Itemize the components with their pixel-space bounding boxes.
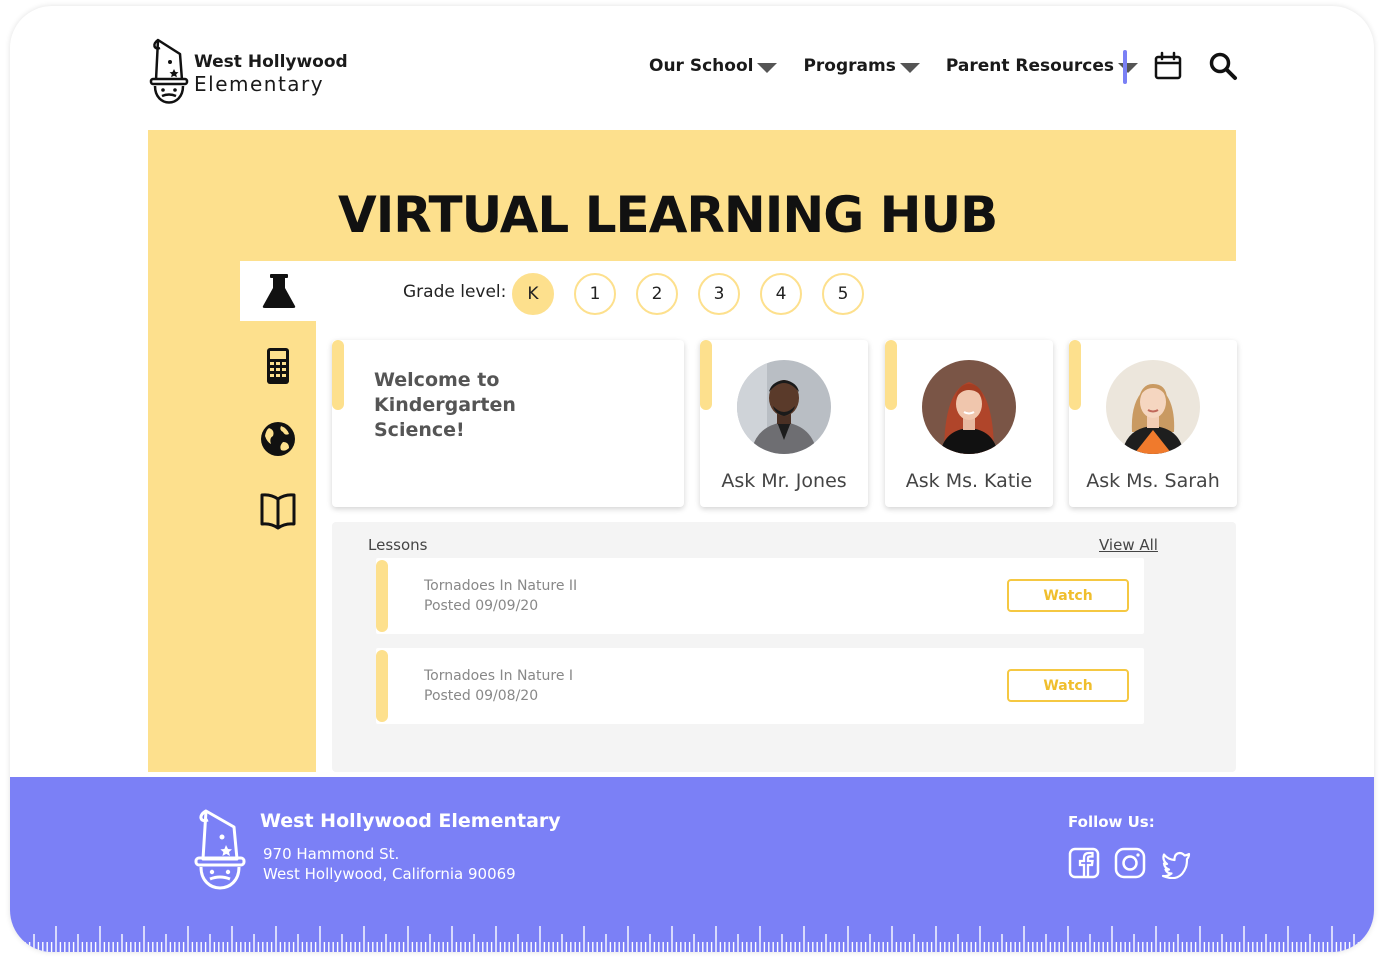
lesson-date: Posted 09/08/20 <box>424 688 539 704</box>
footer-school-name: West Hollywood Elementary <box>260 810 561 832</box>
logo-subtitle: Elementary <box>194 72 325 96</box>
lesson-accent <box>376 650 388 722</box>
search-icon[interactable] <box>1208 51 1238 81</box>
nav-divider <box>1123 50 1127 84</box>
card-accent <box>1069 340 1081 410</box>
grade-5-button[interactable]: 5 <box>822 273 864 315</box>
nav-our-school[interactable]: Our School <box>649 56 778 76</box>
twitter-icon[interactable] <box>1160 847 1192 879</box>
follow-us-label: Follow Us: <box>1068 813 1155 831</box>
ask-teacher-card-sarah[interactable]: Ask Ms. Sarah <box>1069 340 1237 507</box>
grade-level-label: Grade level: <box>403 282 507 302</box>
main-nav: Our School Programs Parent Resources <box>649 56 1164 76</box>
welcome-card: Welcome to Kindergarten Science! <box>332 340 684 507</box>
footer-address-line2: West Hollywood, California 90069 <box>263 865 516 883</box>
lesson-row: Tornadoes In Nature II Posted 09/09/20 W… <box>376 558 1144 634</box>
flask-icon <box>262 274 296 308</box>
nav-label: Programs <box>803 56 896 76</box>
ask-teacher-card-katie[interactable]: Ask Ms. Katie <box>885 340 1053 507</box>
lessons-panel: Lessons View All Tornadoes In Nature II … <box>332 522 1236 772</box>
tab-math[interactable] <box>240 336 316 396</box>
nav-label: Our School <box>649 56 754 76</box>
page-frame: West Hollywood Elementary Our School Pro… <box>10 6 1374 952</box>
caret-down-icon <box>1118 62 1139 73</box>
footer-address-line1: 970 Hammond St. <box>263 845 400 863</box>
avatar <box>1106 360 1200 454</box>
watch-button[interactable]: Watch <box>1007 579 1129 612</box>
lessons-title: Lessons <box>368 536 428 554</box>
site-footer: West Hollywood Elementary 970 Hammond St… <box>10 777 1374 952</box>
calendar-icon[interactable] <box>1153 51 1183 81</box>
tab-science[interactable] <box>240 261 318 321</box>
card-accent <box>885 340 897 410</box>
nav-parent-resources[interactable]: Parent Resources <box>945 56 1139 76</box>
card-accent <box>700 340 712 410</box>
ask-teacher-label: Ask Ms. Katie <box>905 470 1033 492</box>
lesson-title: Tornadoes In Nature II <box>424 578 578 594</box>
caret-down-icon <box>899 62 920 73</box>
lesson-date: Posted 09/09/20 <box>424 598 539 614</box>
tab-social-studies[interactable] <box>240 409 316 469</box>
globe-icon <box>261 422 295 456</box>
ask-teacher-label: Ask Mr. Jones <box>721 470 847 492</box>
card-accent <box>332 340 344 410</box>
watch-button[interactable]: Watch <box>1007 669 1129 702</box>
wizard-logo-icon <box>149 38 189 104</box>
nav-programs[interactable]: Programs <box>803 56 920 76</box>
avatar <box>922 360 1016 454</box>
grade-k-button[interactable]: K <box>512 273 554 315</box>
lesson-title: Tornadoes In Nature I <box>424 668 574 684</box>
instagram-icon[interactable] <box>1114 847 1146 879</box>
logo-title: West Hollywood <box>194 52 348 72</box>
lesson-accent <box>376 560 388 632</box>
avatar <box>737 360 831 454</box>
ask-teacher-card-jones[interactable]: Ask Mr. Jones <box>700 340 868 507</box>
grade-4-button[interactable]: 4 <box>760 273 802 315</box>
school-logo[interactable]: West Hollywood Elementary <box>148 36 348 112</box>
grade-1-button[interactable]: 1 <box>574 273 616 315</box>
grade-2-button[interactable]: 2 <box>636 273 678 315</box>
wizard-logo-icon <box>194 809 246 890</box>
grade-3-button[interactable]: 3 <box>698 273 740 315</box>
welcome-text: Welcome to Kindergarten Science! <box>374 369 516 441</box>
lesson-row: Tornadoes In Nature I Posted 09/08/20 Wa… <box>376 648 1144 724</box>
ask-teacher-label: Ask Ms. Sarah <box>1086 470 1220 492</box>
calculator-icon <box>267 348 289 384</box>
facebook-icon[interactable] <box>1068 847 1100 879</box>
book-icon <box>260 493 296 530</box>
caret-down-icon <box>757 62 778 73</box>
view-all-link[interactable]: View All <box>1099 536 1158 554</box>
page-title: VIRTUAL LEARNING HUB <box>338 186 998 244</box>
nav-label: Parent Resources <box>945 56 1115 76</box>
ruler-decoration <box>11 926 1373 952</box>
tab-reading[interactable] <box>240 481 316 541</box>
